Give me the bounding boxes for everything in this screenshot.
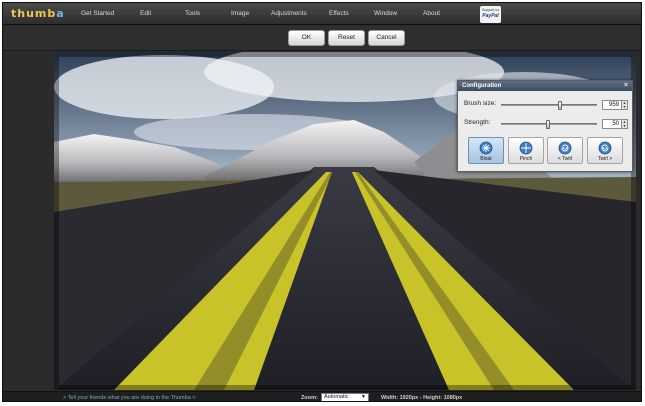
- app-window: thumba Get Started Edit Tools Image Adju…: [2, 2, 642, 402]
- menu-get-started[interactable]: Get Started: [81, 10, 114, 17]
- brush-size-slider[interactable]: [501, 101, 597, 110]
- zoom-label: Zoom:: [301, 395, 318, 401]
- zoom-select-value: Automatic: [324, 394, 349, 400]
- reset-button[interactable]: Reset: [328, 30, 365, 46]
- image-dimensions: Width: 1920px - Height: 1080px: [381, 395, 463, 401]
- thumba-logo[interactable]: thumba: [11, 7, 65, 20]
- configuration-title: Configuration: [462, 83, 502, 89]
- menu-tools[interactable]: Tools: [185, 10, 200, 17]
- strength-slider-thumb[interactable]: [546, 120, 550, 129]
- menu-about[interactable]: About: [423, 10, 440, 17]
- bloat-tool-label: Bloat: [480, 156, 492, 162]
- cancel-button[interactable]: Cancel: [368, 30, 405, 46]
- paypal-caption: Support us: [482, 8, 499, 12]
- menu-window[interactable]: Window: [374, 10, 397, 17]
- configuration-titlebar[interactable]: Configuration ×: [458, 81, 632, 91]
- action-bar: OK Reset Cancel: [3, 26, 641, 51]
- menu-adjustments[interactable]: Adjustments: [271, 10, 307, 17]
- pinch-icon: [519, 141, 533, 155]
- brush-size-slider-thumb[interactable]: [558, 101, 562, 110]
- twirl-left-icon: [558, 141, 572, 155]
- configuration-panel: Configuration × Brush size: 959 ▲ ▼ Stren…: [457, 80, 633, 172]
- close-icon[interactable]: ×: [624, 81, 628, 91]
- bloat-tool-button[interactable]: Bloat: [468, 137, 504, 164]
- twirl-left-tool-label: < Twirl: [557, 156, 573, 162]
- logo-text-accent: a: [56, 7, 65, 20]
- pinch-tool-button[interactable]: Pinch: [508, 137, 544, 164]
- twirl-right-icon: [598, 141, 612, 155]
- zoom-select[interactable]: Automatic ▼: [321, 393, 369, 401]
- strength-label: Strength:: [464, 119, 491, 126]
- brush-size-input[interactable]: 959: [602, 100, 622, 110]
- brush-size-label: Brush size:: [464, 100, 497, 107]
- status-bar: > Tell your friends what you are doing i…: [3, 391, 641, 401]
- menu-effects[interactable]: Effects: [329, 10, 349, 17]
- strength-stepper[interactable]: ▲ ▼: [622, 119, 628, 129]
- strength-slider[interactable]: [501, 120, 597, 129]
- paypal-donate-button[interactable]: Support us PayPal: [480, 6, 501, 23]
- logo-text: thumb: [11, 7, 57, 20]
- twirl-right-tool-label: Twirl >: [597, 156, 613, 162]
- twirl-right-tool-button[interactable]: Twirl >: [587, 137, 623, 164]
- brush-size-stepper[interactable]: ▲ ▼: [622, 100, 628, 110]
- paypal-logo: PayPal: [482, 13, 499, 19]
- tell-friends-link[interactable]: > Tell your friends what you are doing i…: [63, 395, 196, 401]
- menu-image[interactable]: Image: [231, 10, 249, 17]
- strength-input[interactable]: 50: [602, 119, 622, 129]
- pinch-tool-label: Pinch: [519, 156, 533, 162]
- menu-bar: thumba Get Started Edit Tools Image Adju…: [3, 3, 641, 25]
- ok-button[interactable]: OK: [288, 30, 325, 46]
- bloat-icon: [479, 141, 493, 155]
- chevron-down-icon: ▼: [361, 394, 366, 400]
- menu-edit[interactable]: Edit: [140, 10, 151, 17]
- twirl-left-tool-button[interactable]: < Twirl: [547, 137, 583, 164]
